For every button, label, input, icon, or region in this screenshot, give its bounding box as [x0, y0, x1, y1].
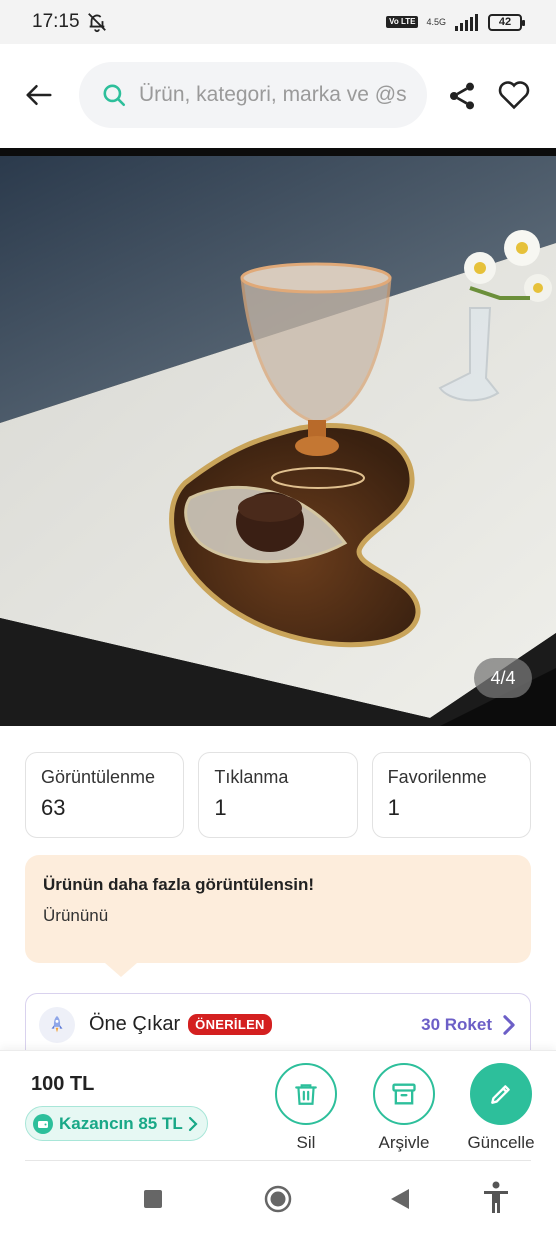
recents-button[interactable] — [143, 1189, 163, 1214]
wallet-icon — [33, 1113, 53, 1134]
promo-subtitle: Ürününü — [43, 906, 109, 925]
archive-circle[interactable] — [373, 1063, 435, 1125]
stat-label: Favorilenme — [387, 767, 487, 787]
chevron-right-icon — [503, 1015, 515, 1035]
delete-label: Sil — [296, 1133, 316, 1152]
earnings-chip[interactable]: Kazancın 85 TL — [25, 1106, 208, 1141]
stat-card-favorites: Favorilenme 1 — [371, 752, 531, 838]
image-page-indicator: 4/4 — [474, 658, 532, 698]
boost-option-row[interactable]: Öne Çıkar ÖNERİLEN 30 Roket — [25, 993, 531, 1055]
stat-value: 1 — [214, 795, 227, 820]
status-time: 17:15 — [32, 11, 80, 32]
heart-icon — [498, 81, 530, 110]
share-button[interactable] — [446, 80, 478, 112]
recommended-badge: ÖNERİLEN — [188, 1014, 272, 1035]
delete-button[interactable]: Sil — [261, 1063, 351, 1153]
volte-indicator: Vo LTE — [386, 16, 419, 28]
accessibility-icon — [484, 1181, 508, 1213]
archive-button[interactable]: Arşivle — [359, 1063, 449, 1153]
stat-value: 63 — [41, 795, 66, 820]
delete-circle[interactable] — [275, 1063, 337, 1125]
stat-label: Tıklanma — [214, 767, 289, 787]
product-photo — [0, 148, 556, 726]
boost-price: 30 Roket — [421, 1014, 492, 1034]
back-arrow-icon — [26, 85, 52, 105]
battery-level: 42 — [498, 16, 512, 28]
divider — [25, 1160, 531, 1161]
stat-value: 1 — [387, 795, 400, 820]
back-button[interactable] — [22, 78, 56, 112]
bottom-action-bar: 100 TL Kazancın 85 TL Sil Arşivle Güncel… — [0, 1050, 556, 1162]
triangle-back-icon — [391, 1189, 409, 1209]
rocket-icon — [39, 1006, 75, 1043]
search-bar[interactable] — [79, 62, 427, 128]
favorite-button[interactable] — [497, 78, 533, 112]
stat-card-views: Görüntülenme 63 — [25, 752, 185, 838]
chevron-right-icon — [188, 1116, 198, 1131]
search-icon — [103, 84, 126, 107]
stat-label: Görüntülenme — [41, 767, 156, 787]
promo-title: Ürünün daha fazla görüntülensin! — [43, 875, 315, 894]
stat-card-clicks: Tıklanma 1 — [198, 752, 358, 838]
status-bar: 17:15 Vo LTE 4.5G 42 — [0, 0, 556, 44]
stats-row: Görüntülenme 63 Tıklanma 1 Favorilenme 1 — [25, 752, 531, 838]
product-image-gallery[interactable]: 4/4 — [0, 148, 556, 726]
boost-label: Öne Çıkar — [89, 1013, 181, 1035]
share-icon — [450, 82, 474, 110]
promo-banner: Ürünün daha fazla görüntülensin! Ürününü — [25, 855, 531, 977]
home-button[interactable] — [264, 1185, 292, 1218]
product-price: 100 TL — [31, 1073, 95, 1095]
network-type: 4.5G — [426, 16, 446, 27]
square-icon — [144, 1190, 162, 1208]
back-nav-button[interactable] — [390, 1188, 410, 1215]
update-circle[interactable] — [470, 1063, 532, 1125]
battery-indicator: 42 — [488, 13, 525, 31]
circle-home-icon — [264, 1185, 292, 1213]
search-input[interactable] — [139, 83, 409, 107]
accessibility-button[interactable] — [481, 1181, 511, 1220]
update-label: Güncelle — [467, 1133, 535, 1152]
bell-off-icon — [87, 13, 106, 33]
signal-icon — [455, 14, 478, 31]
product-detail-page: 17:15 Vo LTE 4.5G 42 Ürün, kategori, mar… — [0, 0, 556, 1235]
trash-icon — [295, 1084, 317, 1105]
archive-icon — [392, 1083, 416, 1105]
top-header — [0, 44, 556, 148]
system-nav-bar — [0, 1162, 556, 1235]
earnings-text: Kazancın 85 TL — [59, 1113, 183, 1133]
status-right: Vo LTE 4.5G 42 — [386, 13, 525, 31]
status-left: 17:15 — [32, 11, 108, 33]
update-button[interactable]: Güncelle — [456, 1063, 546, 1153]
pencil-icon — [491, 1085, 510, 1104]
archive-label: Arşivle — [378, 1133, 430, 1152]
